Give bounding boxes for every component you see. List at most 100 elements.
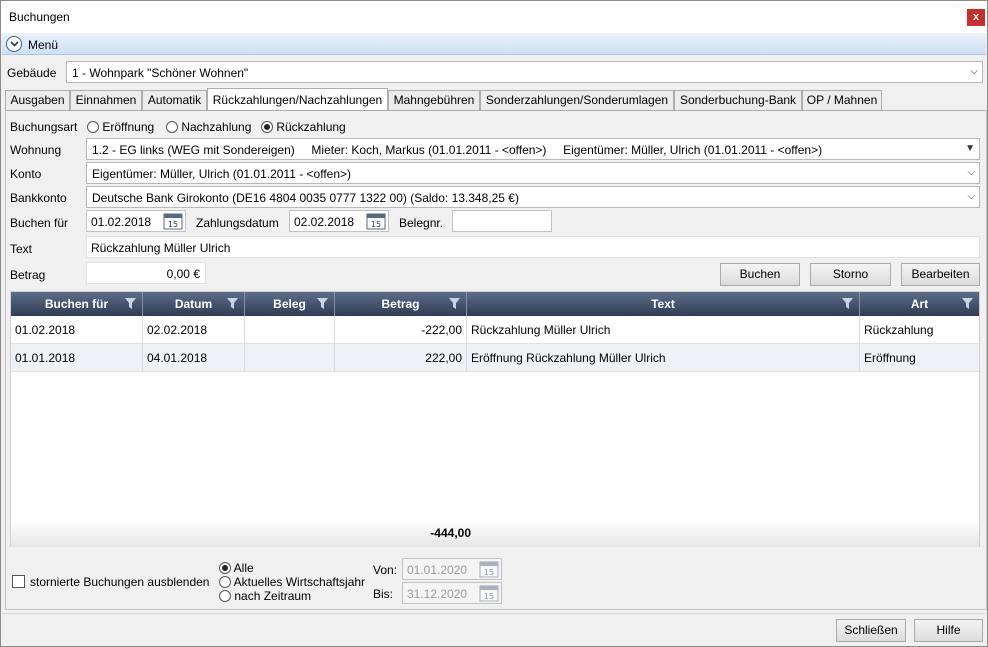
column-header-label: Buchen für [44, 297, 109, 311]
radio-label: Eröffnung [102, 120, 155, 134]
receipt-no-field[interactable] [452, 210, 552, 232]
bank-select[interactable]: Deutsche Bank Girokonto (DE16 4804 0035 … [86, 186, 980, 208]
from-date-field[interactable]: 01.01.2020 15 [402, 558, 502, 580]
radio-rueckzahlung[interactable]: Rückzahlung [261, 120, 346, 134]
grid-summary-row: -444,00 [11, 519, 979, 547]
from-date-value: 01.01.2020 [407, 563, 468, 577]
to-date-field[interactable]: 31.12.2020 15 [402, 582, 502, 604]
filter-icon[interactable] [227, 298, 238, 309]
title-bar: Buchungen x [1, 1, 987, 33]
radio-label: Rückzahlung [276, 120, 346, 134]
column-header-text[interactable]: Text [467, 292, 860, 316]
account-label: Konto [10, 167, 42, 181]
radio-label: Alle [233, 561, 254, 575]
apartment-select[interactable]: 1.2 - EG links (WEG mit Sondereigen) Mie… [86, 138, 980, 160]
book-for-date-field[interactable]: 01.02.2018 15 [86, 210, 186, 232]
close-button[interactable]: x [967, 9, 985, 26]
help-button[interactable]: Hilfe [914, 619, 983, 642]
menu-label[interactable]: Menü [28, 38, 58, 52]
account-select[interactable]: Eigentümer: Müller, Ulrich (01.01.2011 -… [86, 162, 980, 184]
column-header-type[interactable]: Art [860, 292, 979, 316]
payment-date-field[interactable]: 02.02.2018 15 [289, 210, 389, 232]
radio-circle[interactable] [219, 562, 231, 574]
cell-date: 04.01.2018 [143, 344, 245, 372]
to-date-value: 31.12.2020 [407, 587, 468, 601]
cell-text: Rückzahlung Müller Ulrich [467, 316, 860, 344]
calendar-icon[interactable]: 15 [479, 584, 499, 602]
menu-bar[interactable]: Menü [2, 34, 986, 55]
cell-type: Eröffnung [864, 351, 916, 365]
book-for-label: Buchen für [10, 216, 69, 230]
calendar-icon[interactable]: 15 [163, 212, 183, 230]
close-dialog-button[interactable]: Schließen [836, 619, 906, 642]
cell-amount: 222,00 [335, 344, 467, 372]
table-row[interactable]: 01.02.2018 02.02.2018 -222,00 Rückzahlun… [11, 316, 979, 344]
column-header-label: Beleg [273, 297, 306, 311]
hide-cancelled-label: stornierte Buchungen ausblenden [30, 575, 210, 589]
tab-rueckzahlungen[interactable]: Rückzahlungen/Nachzahlungen [207, 88, 388, 111]
radio-period-all[interactable]: Alle [219, 561, 254, 575]
column-header-booked-for[interactable]: Buchen für [11, 292, 143, 316]
tab-sonderbuchung-bank[interactable]: Sonderbuchung-Bank [674, 90, 802, 111]
cell-booked-for: 01.02.2018 [11, 316, 143, 344]
book-button[interactable]: Buchen [720, 263, 800, 286]
column-header-receipt[interactable]: Beleg [245, 292, 335, 316]
radio-circle[interactable] [261, 121, 273, 133]
radio-circle[interactable] [219, 590, 231, 602]
tab-ausgaben[interactable]: Ausgaben [5, 90, 70, 111]
building-label: Gebäude [7, 66, 57, 80]
text-value: Rückzahlung Müller Ulrich [91, 241, 231, 255]
cell-receipt [245, 344, 335, 372]
amount-field[interactable]: 0,00 € [86, 262, 206, 284]
building-value: 1 - Wohnpark "Schöner Wohnen" [72, 66, 249, 80]
receipt-no-label: Belegnr. [399, 216, 444, 230]
tab-automatik[interactable]: Automatik [142, 90, 207, 111]
radio-label: Nachzahlung [181, 120, 252, 134]
apartment-value: 1.2 - EG links (WEG mit Sondereigen) Mie… [92, 143, 823, 157]
radio-circle[interactable] [87, 121, 99, 133]
radio-nachzahlung[interactable]: Nachzahlung [166, 120, 251, 134]
svg-text:15: 15 [371, 220, 381, 229]
chevron-down-icon: ⌵ [967, 167, 975, 178]
table-row[interactable]: 01.01.2018 04.01.2018 222,00 Eröffnung R… [11, 344, 979, 372]
cell-type: Rückzahlung [864, 323, 934, 337]
radio-circle[interactable] [219, 576, 231, 588]
column-header-date[interactable]: Datum [143, 292, 245, 316]
filter-icon[interactable] [317, 298, 328, 309]
bank-label: Bankkonto [10, 191, 67, 205]
text-field[interactable]: Rückzahlung Müller Ulrich [86, 236, 980, 258]
hide-cancelled-checkbox[interactable] [12, 575, 25, 588]
amount-total: -444,00 [430, 526, 471, 540]
tab-einnahmen[interactable]: Einnahmen [70, 90, 142, 111]
filter-icon[interactable] [962, 298, 973, 309]
tab-mahngebuehren[interactable]: Mahngebühren [388, 90, 480, 111]
column-header-label: Betrag [381, 297, 420, 311]
calendar-icon[interactable]: 15 [366, 212, 386, 230]
to-label: Bis: [373, 587, 394, 601]
amount-label: Betrag [10, 268, 46, 282]
amount-value: 0,00 € [166, 267, 200, 281]
radio-period-range[interactable]: nach Zeitraum [219, 589, 311, 603]
chevron-down-icon: ⌵ [967, 191, 975, 202]
radio-eroeffnung[interactable]: Eröffnung [87, 120, 154, 134]
filter-icon[interactable] [842, 298, 853, 309]
window-title: Buchungen [9, 10, 70, 24]
chevron-down-icon[interactable] [6, 36, 22, 52]
radio-circle[interactable] [166, 121, 178, 133]
filter-icon[interactable] [449, 298, 460, 309]
filter-icon[interactable] [125, 298, 136, 309]
column-header-label: Art [910, 297, 929, 311]
storno-button[interactable]: Storno [810, 263, 891, 286]
tab-sonderzahlungen[interactable]: Sonderzahlungen/Sonderumlagen [480, 90, 674, 111]
bookings-window: Buchungen x Menü Gebäude 1 - Wohnpark "S… [0, 0, 988, 647]
calendar-icon[interactable]: 15 [479, 560, 499, 578]
building-select[interactable]: 1 - Wohnpark "Schöner Wohnen" ⌵ [66, 61, 983, 83]
from-label: Von: [373, 563, 398, 577]
column-header-amount[interactable]: Betrag [335, 292, 467, 316]
edit-button[interactable]: Bearbeiten [901, 263, 980, 286]
payment-date-label: Zahlungsdatum [196, 216, 279, 230]
tab-op-mahnen[interactable]: OP / Mahnen [802, 90, 882, 111]
radio-label: Aktuelles Wirtschaftsjahr [233, 575, 366, 589]
radio-period-fiscal-year[interactable]: Aktuelles Wirtschaftsjahr [219, 575, 365, 589]
cell-receipt [245, 316, 335, 344]
